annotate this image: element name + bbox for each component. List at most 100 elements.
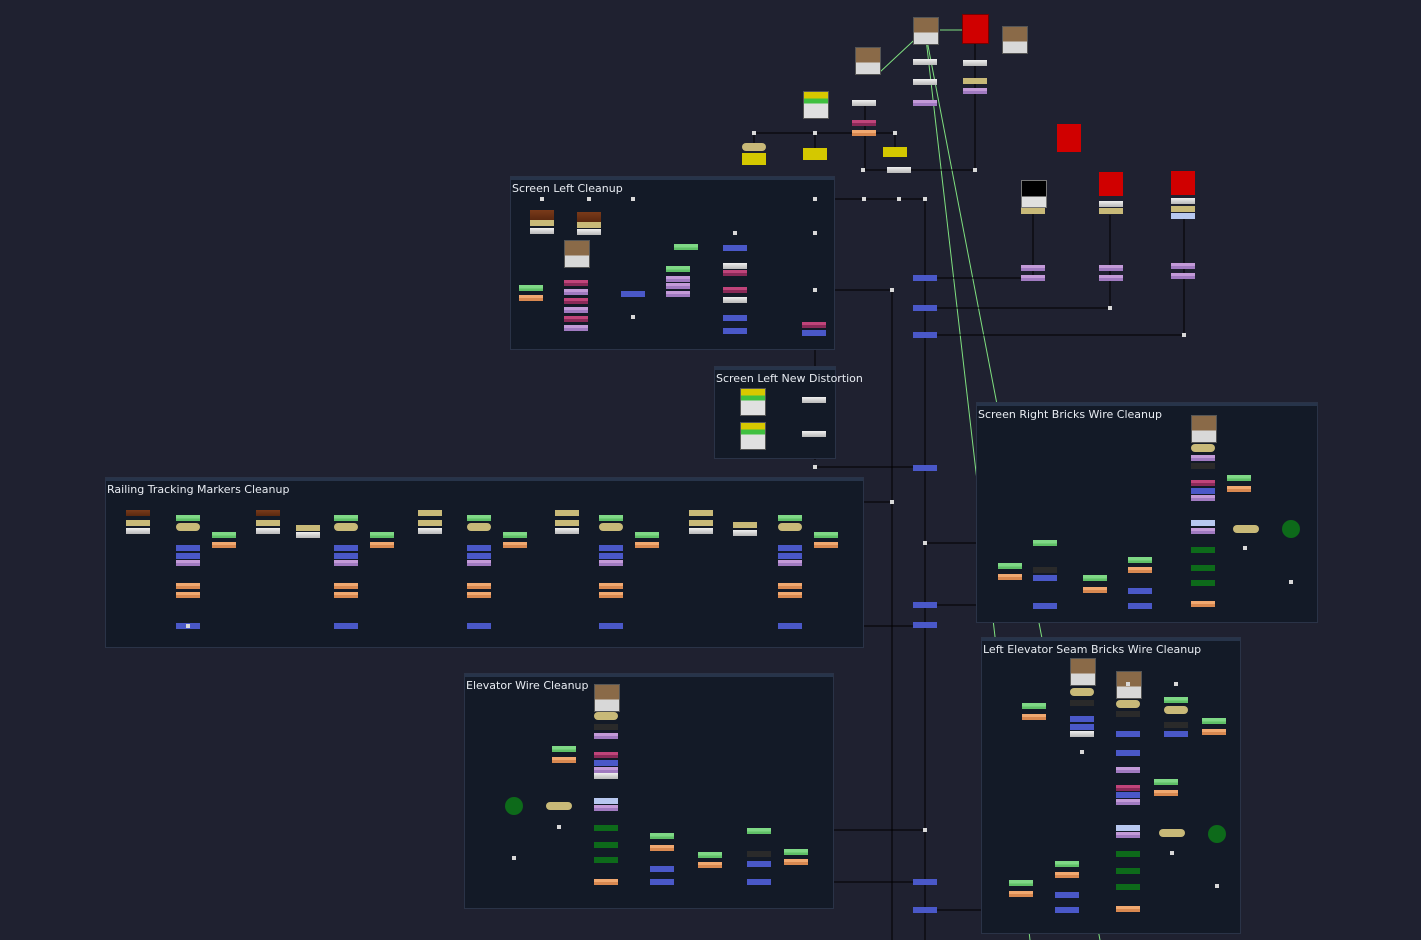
node[interactable] bbox=[784, 849, 808, 855]
node[interactable] bbox=[594, 857, 618, 863]
node[interactable] bbox=[635, 532, 659, 538]
node[interactable] bbox=[1227, 475, 1251, 481]
node[interactable] bbox=[1116, 906, 1140, 912]
node[interactable] bbox=[334, 623, 358, 629]
node[interactable] bbox=[802, 330, 826, 336]
node[interactable] bbox=[650, 833, 674, 839]
node[interactable] bbox=[733, 522, 757, 528]
node[interactable] bbox=[650, 879, 674, 885]
node[interactable] bbox=[256, 510, 280, 516]
node[interactable] bbox=[1099, 265, 1123, 271]
node[interactable] bbox=[913, 907, 937, 913]
node[interactable] bbox=[650, 845, 674, 851]
dot-node[interactable] bbox=[813, 465, 817, 469]
node[interactable] bbox=[778, 592, 802, 598]
node[interactable] bbox=[778, 545, 802, 551]
node[interactable] bbox=[1083, 587, 1107, 593]
node[interactable] bbox=[577, 229, 601, 235]
dot-node[interactable] bbox=[1080, 750, 1084, 754]
node[interactable] bbox=[503, 542, 527, 548]
node[interactable] bbox=[666, 276, 690, 282]
merge-node[interactable] bbox=[1159, 829, 1185, 837]
node-graph-canvas[interactable]: Screen Left Cleanup Screen Left New Dist… bbox=[0, 0, 1421, 940]
node[interactable] bbox=[621, 291, 645, 297]
node[interactable] bbox=[126, 520, 150, 526]
roto-node[interactable] bbox=[530, 210, 554, 220]
node[interactable] bbox=[1191, 495, 1215, 501]
grade-node[interactable] bbox=[963, 60, 987, 66]
dot-node[interactable] bbox=[1170, 851, 1174, 855]
constant-node[interactable] bbox=[1171, 171, 1195, 195]
node[interactable] bbox=[1021, 265, 1045, 271]
node[interactable] bbox=[564, 307, 588, 313]
node[interactable] bbox=[1128, 567, 1152, 573]
node[interactable] bbox=[723, 245, 747, 251]
node[interactable] bbox=[1116, 750, 1140, 756]
node[interactable] bbox=[778, 553, 802, 559]
node[interactable] bbox=[519, 285, 543, 291]
merge-node[interactable] bbox=[778, 523, 802, 531]
merge-node[interactable] bbox=[334, 523, 358, 531]
node[interactable] bbox=[555, 510, 579, 516]
node[interactable] bbox=[1116, 832, 1140, 838]
node[interactable] bbox=[650, 866, 674, 872]
node[interactable] bbox=[256, 528, 280, 534]
node[interactable] bbox=[564, 325, 588, 331]
node[interactable] bbox=[1171, 273, 1195, 279]
read-node[interactable] bbox=[855, 47, 881, 75]
node[interactable] bbox=[778, 515, 802, 521]
node[interactable] bbox=[1171, 263, 1195, 269]
node[interactable] bbox=[723, 297, 747, 303]
grade-node[interactable] bbox=[913, 79, 937, 85]
node[interactable] bbox=[1191, 463, 1215, 469]
node[interactable] bbox=[594, 879, 618, 885]
node[interactable] bbox=[594, 760, 618, 766]
constant-node[interactable] bbox=[1099, 172, 1123, 196]
node[interactable] bbox=[126, 528, 150, 534]
node[interactable] bbox=[1055, 872, 1079, 878]
dot-node[interactable] bbox=[1126, 682, 1130, 686]
dot-node[interactable] bbox=[813, 131, 817, 135]
dot-node[interactable] bbox=[540, 197, 544, 201]
merge-node[interactable] bbox=[742, 143, 766, 151]
grade-node[interactable] bbox=[913, 59, 937, 65]
node[interactable] bbox=[913, 465, 937, 471]
dot-node[interactable] bbox=[890, 500, 894, 504]
node[interactable] bbox=[1202, 729, 1226, 735]
read-node[interactable] bbox=[1191, 415, 1217, 443]
node[interactable] bbox=[519, 295, 543, 301]
read-node[interactable] bbox=[1070, 658, 1096, 686]
node[interactable] bbox=[1171, 198, 1195, 204]
node[interactable] bbox=[802, 397, 826, 403]
node[interactable] bbox=[555, 528, 579, 534]
node[interactable] bbox=[698, 852, 722, 858]
node[interactable] bbox=[1070, 731, 1094, 737]
node[interactable] bbox=[599, 623, 623, 629]
node[interactable] bbox=[1191, 488, 1215, 494]
node[interactable] bbox=[778, 560, 802, 566]
node[interactable] bbox=[1191, 480, 1215, 486]
node[interactable] bbox=[802, 431, 826, 437]
node[interactable] bbox=[1116, 767, 1140, 773]
dot-node[interactable] bbox=[1289, 580, 1293, 584]
node[interactable] bbox=[176, 515, 200, 521]
dot-node[interactable] bbox=[973, 168, 977, 172]
node[interactable] bbox=[913, 622, 937, 628]
transform-node[interactable] bbox=[963, 88, 987, 94]
node[interactable] bbox=[1164, 697, 1188, 703]
read-node[interactable] bbox=[1002, 26, 1028, 54]
node[interactable] bbox=[296, 525, 320, 531]
node[interactable] bbox=[747, 851, 771, 857]
switch-node[interactable] bbox=[505, 797, 523, 815]
node[interactable] bbox=[913, 879, 937, 885]
constant-node[interactable] bbox=[742, 153, 766, 165]
node[interactable] bbox=[1116, 868, 1140, 874]
node[interactable] bbox=[814, 532, 838, 538]
node[interactable] bbox=[1116, 884, 1140, 890]
backdrop-elevator-wire-cleanup[interactable]: Elevator Wire Cleanup bbox=[464, 673, 834, 909]
node[interactable] bbox=[747, 879, 771, 885]
node[interactable] bbox=[1055, 907, 1079, 913]
node[interactable] bbox=[747, 828, 771, 834]
dot-node[interactable] bbox=[890, 288, 894, 292]
node[interactable] bbox=[1070, 724, 1094, 730]
